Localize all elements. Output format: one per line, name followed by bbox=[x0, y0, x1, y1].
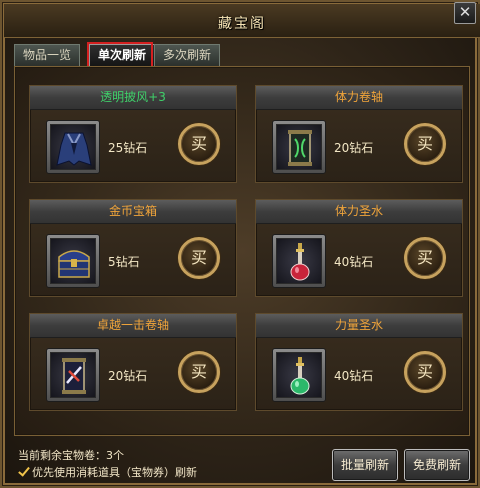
batch-refresh-button[interactable]: 批量刷新 bbox=[332, 449, 398, 481]
item-price: 25钻石 bbox=[108, 141, 148, 155]
buy-button[interactable]: 买 bbox=[178, 351, 220, 393]
item-name: 体力卷轴 bbox=[256, 86, 462, 110]
item-slot[interactable] bbox=[46, 234, 100, 288]
item-slot[interactable] bbox=[272, 120, 326, 174]
tab-multi-refresh[interactable]: 多次刷新 bbox=[154, 44, 220, 66]
green-potion-icon bbox=[290, 357, 310, 395]
buy-button[interactable]: 买 bbox=[404, 237, 446, 279]
buy-button[interactable]: 买 bbox=[404, 351, 446, 393]
scroll-icon bbox=[288, 130, 312, 166]
close-icon: ✕ bbox=[458, 3, 472, 21]
remaining-vouchers-text: 当前剩余宝物卷：3个 bbox=[18, 449, 124, 462]
treasure-chest-icon bbox=[58, 250, 90, 278]
item-price: 40钻石 bbox=[334, 369, 374, 383]
title-bar: 藏宝阁 bbox=[4, 4, 480, 38]
shop-item-card: 体力卷轴 20钻石 买 bbox=[255, 85, 463, 183]
item-price: 20钻石 bbox=[334, 141, 374, 155]
item-price: 40钻石 bbox=[334, 255, 374, 269]
item-price: 5钻石 bbox=[108, 255, 140, 269]
footer: 当前剩余宝物卷：3个 优先使用消耗道具（宝物券）刷新 批量刷新 免费刷新 bbox=[14, 440, 470, 484]
item-slot[interactable] bbox=[46, 348, 100, 402]
free-refresh-button[interactable]: 免费刷新 bbox=[404, 449, 470, 481]
checkmark-icon bbox=[18, 466, 29, 477]
item-name: 金币宝箱 bbox=[30, 200, 236, 224]
tab-single-refresh[interactable]: 单次刷新 bbox=[89, 44, 155, 66]
treasure-pavilion-window: 藏宝阁 ✕ 物品一览 单次刷新 多次刷新 透明披风+3 25钻石 买 体力卷轴 … bbox=[0, 0, 480, 488]
item-price: 20钻石 bbox=[108, 369, 148, 383]
use-voucher-checkbox[interactable]: 优先使用消耗道具（宝物券）刷新 bbox=[18, 464, 197, 480]
buy-button[interactable]: 买 bbox=[178, 123, 220, 165]
shop-item-card: 力量圣水 40钻石 买 bbox=[255, 313, 463, 411]
buy-button[interactable]: 买 bbox=[404, 123, 446, 165]
item-name: 透明披风+3 bbox=[30, 86, 236, 110]
strike-scroll-icon bbox=[62, 358, 86, 394]
item-name: 卓越一击卷轴 bbox=[30, 314, 236, 338]
use-voucher-label: 优先使用消耗道具（宝物券）刷新 bbox=[32, 466, 197, 479]
item-slot[interactable] bbox=[272, 348, 326, 402]
item-slot[interactable] bbox=[272, 234, 326, 288]
item-slot[interactable] bbox=[46, 120, 100, 174]
cloak-icon bbox=[56, 132, 92, 166]
window-title: 藏宝阁 bbox=[218, 16, 266, 32]
shop-panel: 透明披风+3 25钻石 买 体力卷轴 20钻石 买 金币宝箱 5钻石 买 体力圣… bbox=[14, 66, 470, 436]
shop-item-card: 体力圣水 40钻石 买 bbox=[255, 199, 463, 297]
red-potion-icon bbox=[290, 243, 310, 281]
item-name: 体力圣水 bbox=[256, 200, 462, 224]
shop-item-card: 金币宝箱 5钻石 买 bbox=[29, 199, 237, 297]
close-button[interactable]: ✕ bbox=[454, 2, 476, 24]
buy-button[interactable]: 买 bbox=[178, 237, 220, 279]
tab-item-overview[interactable]: 物品一览 bbox=[14, 44, 80, 66]
shop-item-card: 卓越一击卷轴 20钻石 买 bbox=[29, 313, 237, 411]
shop-item-card: 透明披风+3 25钻石 买 bbox=[29, 85, 237, 183]
item-name: 力量圣水 bbox=[256, 314, 462, 338]
